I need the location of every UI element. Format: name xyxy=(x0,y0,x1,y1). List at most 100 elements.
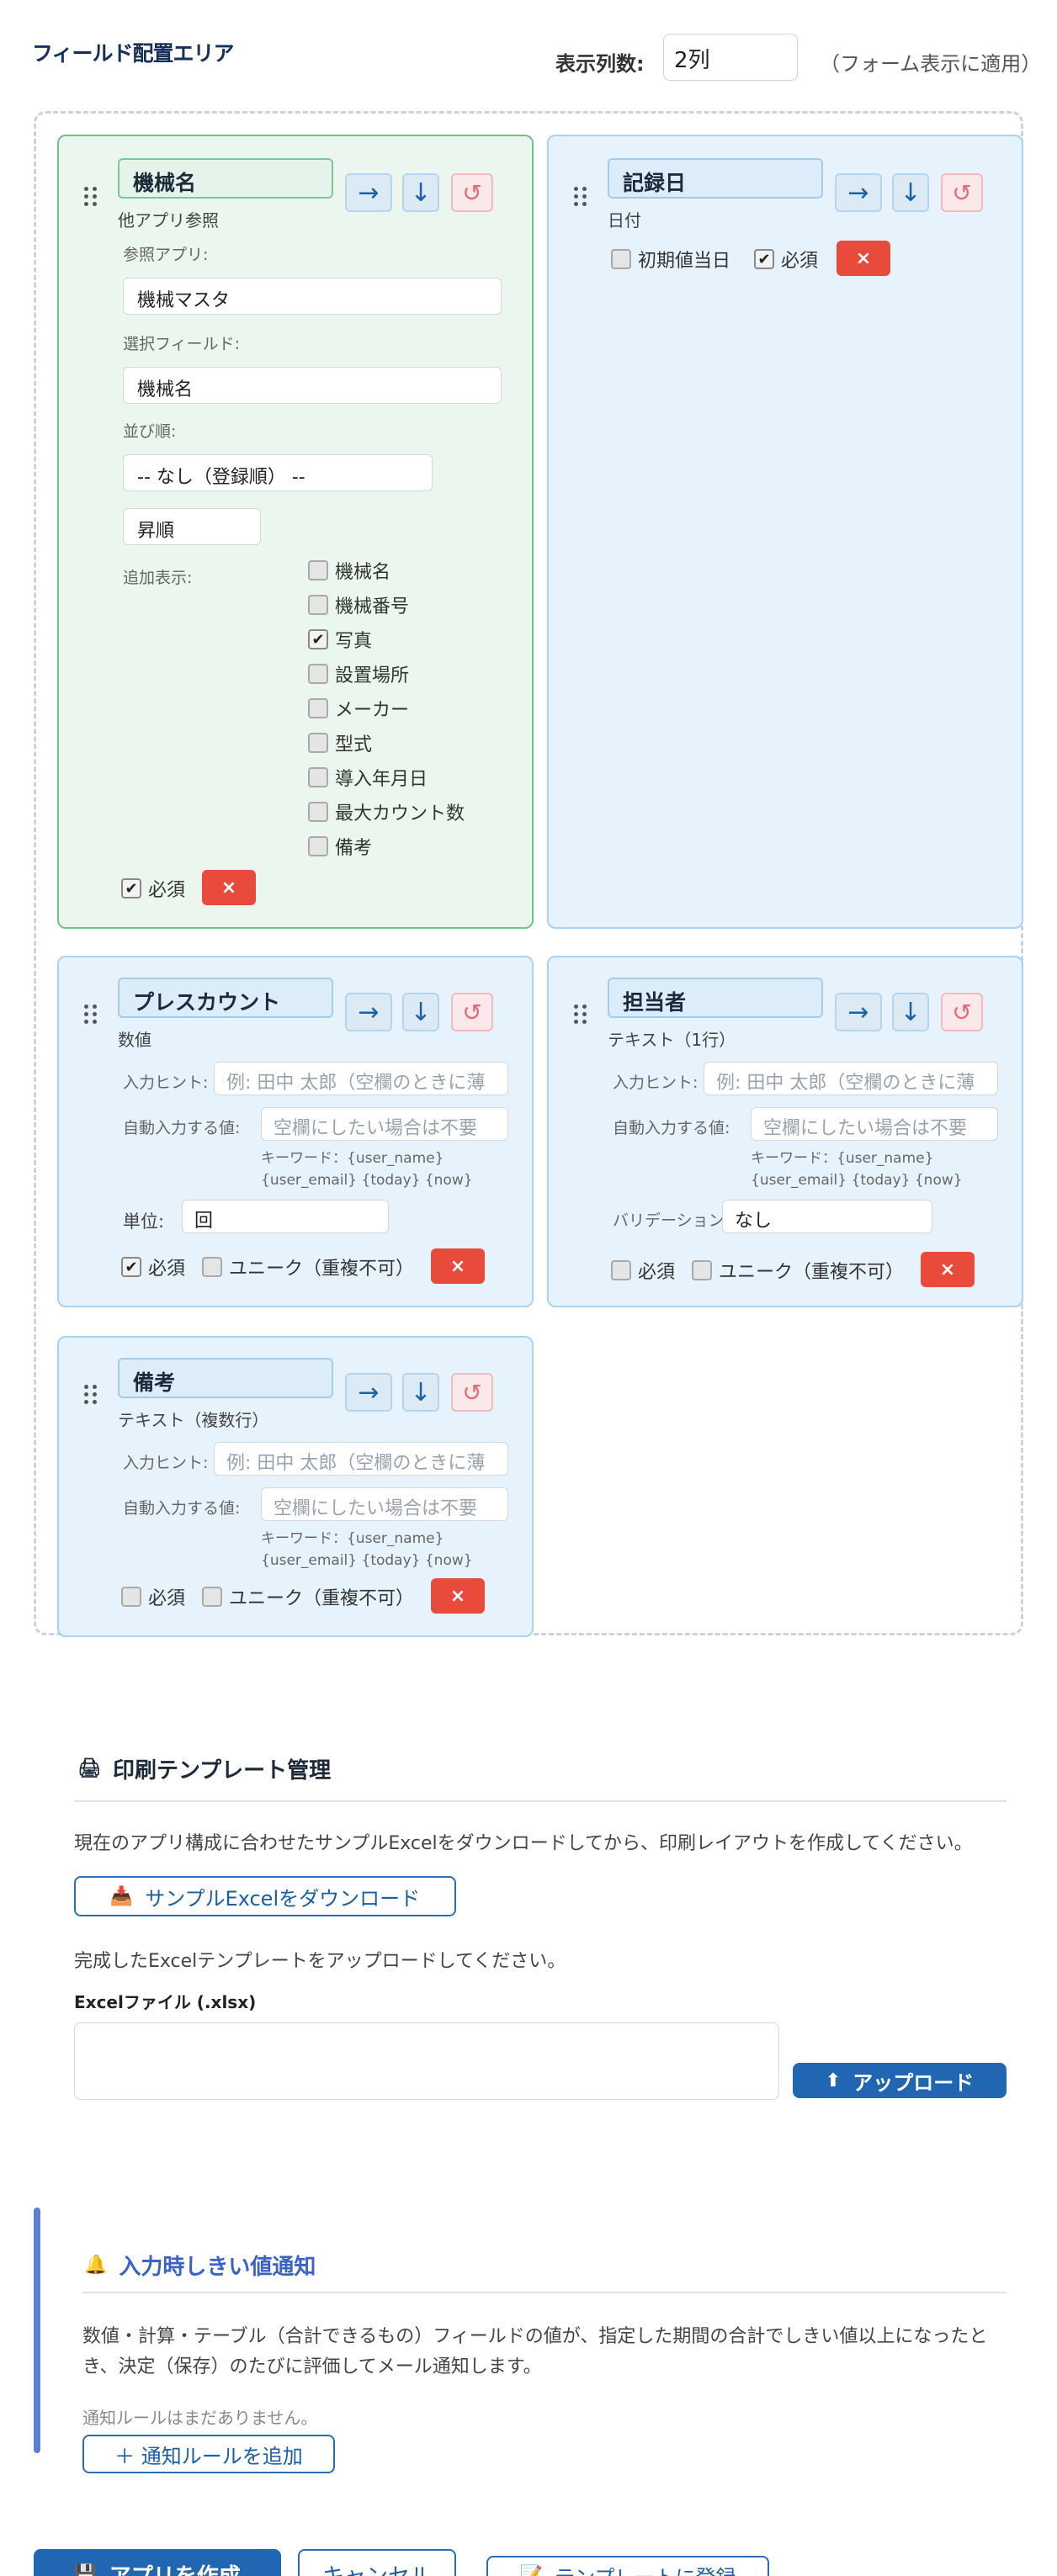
select-field-label: 選択フィールド: xyxy=(123,335,241,353)
extra-option-checkbox[interactable]: 機械名 xyxy=(308,557,390,584)
order-select[interactable]: 昇順 xyxy=(123,508,261,545)
threshold-notify-title-text: 入力時しきい値通知 xyxy=(119,2255,316,2280)
delete-field-button[interactable]: × xyxy=(431,1248,485,1284)
field-name-input[interactable]: プレスカウント xyxy=(118,978,333,1018)
reset-button[interactable]: ↺ xyxy=(451,993,493,1031)
notify-accent-bar xyxy=(34,2208,40,2453)
checkbox-checked-icon: ✔ xyxy=(121,1257,141,1277)
extra-option-label: 写真 xyxy=(335,631,373,652)
move-down-button[interactable]: ↓ xyxy=(892,993,929,1031)
move-down-button[interactable]: ↓ xyxy=(402,173,439,212)
move-down-button[interactable]: ↓ xyxy=(402,993,439,1031)
required-checkbox[interactable]: 必須 xyxy=(121,1583,185,1610)
move-down-button[interactable]: ↓ xyxy=(892,173,929,212)
reset-button[interactable]: ↺ xyxy=(451,1373,493,1412)
ref-app-select[interactable]: 機械マスタ xyxy=(123,278,502,315)
auto-value-label: 自動入力する値: xyxy=(123,1119,241,1137)
required-label: 必須 xyxy=(148,1588,186,1609)
upload-button[interactable]: ⬆ アップロード xyxy=(793,2063,1007,2098)
unique-checkbox[interactable]: ユニーク（重複不可） xyxy=(692,1257,904,1284)
extra-option-checkbox[interactable]: メーカー xyxy=(308,695,409,722)
move-right-button[interactable]: → xyxy=(835,993,882,1031)
download-sample-label: サンプルExcelをダウンロード xyxy=(145,1886,421,1911)
threshold-notify-title: 🔔 入力時しきい値通知 xyxy=(84,2250,316,2281)
notify-description: 数値・計算・テーブル（合計できるもの）フィールドの値が、指定した期間の合計でしき… xyxy=(82,2326,988,2377)
validation-select[interactable]: なし xyxy=(722,1200,932,1233)
input-hint-field[interactable]: 例: 田中 太郎（空欄のときに薄 xyxy=(214,1062,508,1095)
field-name-input[interactable]: 担当者 xyxy=(608,978,823,1018)
drag-handle-icon[interactable] xyxy=(574,1004,587,1025)
reset-button[interactable]: ↺ xyxy=(941,173,983,212)
checkbox-unchecked-icon xyxy=(611,1260,631,1280)
checkbox-checked-icon: ✔ xyxy=(754,249,774,269)
field-name-input[interactable]: 備考 xyxy=(118,1358,333,1398)
required-checkbox[interactable]: ✔ 必須 xyxy=(121,875,185,902)
field-name-input[interactable]: 記録日 xyxy=(608,158,823,199)
auto-value-field[interactable]: 空欄にしたい場合は不要 xyxy=(261,1487,508,1521)
extra-option-checkbox[interactable]: 設置場所 xyxy=(308,660,409,687)
sort-select[interactable]: -- なし（登録順） -- xyxy=(123,454,433,491)
drag-handle-icon[interactable] xyxy=(84,187,98,207)
required-label: 必須 xyxy=(148,1259,186,1280)
checkbox-unchecked-icon xyxy=(308,836,328,856)
delete-field-button[interactable]: × xyxy=(837,241,890,276)
unique-checkbox[interactable]: ユニーク（重複不可） xyxy=(202,1254,414,1280)
cancel-button[interactable]: キャンセル xyxy=(298,2549,456,2576)
upload-label: アップロード xyxy=(853,2070,975,2095)
field-type-label: 数値 xyxy=(118,1030,151,1050)
unique-label: ユニーク（重複不可） xyxy=(719,1262,905,1283)
checkbox-unchecked-icon xyxy=(308,802,328,822)
reset-button[interactable]: ↺ xyxy=(451,173,493,212)
field-name-input[interactable]: 機械名 xyxy=(118,158,333,199)
move-right-button[interactable]: → xyxy=(345,993,392,1031)
upload-icon: ⬆ xyxy=(825,2070,842,2091)
required-checkbox[interactable]: ✔ 必須 xyxy=(754,246,818,273)
extra-option-checkbox[interactable]: 型式 xyxy=(308,729,372,756)
auto-value-field[interactable]: 空欄にしたい場合は不要 xyxy=(261,1107,508,1141)
keywords-hint: キーワード：{user_name} {user_email} {today} {n… xyxy=(261,1150,473,1189)
extra-option-checkbox[interactable]: 機械番号 xyxy=(308,591,409,618)
extra-option-checkbox[interactable]: 導入年月日 xyxy=(308,764,428,791)
move-right-button[interactable]: → xyxy=(345,173,392,212)
checkbox-unchecked-icon xyxy=(692,1260,712,1280)
extra-option-checkbox[interactable]: 最大カウント数 xyxy=(308,798,465,825)
unique-checkbox[interactable]: ユニーク（重複不可） xyxy=(202,1583,414,1610)
field-type-label: 日付 xyxy=(608,210,641,231)
select-field-select[interactable]: 機械名 xyxy=(123,367,502,404)
move-right-button[interactable]: → xyxy=(345,1373,392,1412)
move-right-button[interactable]: → xyxy=(835,173,882,212)
delete-field-button[interactable]: × xyxy=(202,870,256,905)
field-area-title: フィールド配置エリア xyxy=(32,41,235,66)
unit-field[interactable]: 回 xyxy=(182,1200,389,1233)
printer-icon: 🖨 xyxy=(77,1758,101,1779)
default-today-checkbox[interactable]: 初期値当日 xyxy=(611,246,730,273)
extra-option-checkbox[interactable]: 備考 xyxy=(308,833,372,860)
download-sample-button[interactable]: 📥 サンプルExcelをダウンロード xyxy=(74,1876,456,1916)
delete-field-button[interactable]: × xyxy=(921,1252,975,1287)
input-hint-field[interactable]: 例: 田中 太郎（空欄のときに薄 xyxy=(704,1062,998,1095)
input-hint-label: 入力ヒント: xyxy=(123,1073,209,1092)
extra-display-label: 追加表示: xyxy=(123,569,193,587)
required-checkbox[interactable]: ✔ 必須 xyxy=(121,1254,185,1280)
required-label: 必須 xyxy=(781,251,819,272)
drag-handle-icon[interactable] xyxy=(84,1385,98,1405)
required-checkbox[interactable]: 必須 xyxy=(611,1257,675,1284)
drag-handle-icon[interactable] xyxy=(574,187,587,207)
reset-button[interactable]: ↺ xyxy=(941,993,983,1031)
excel-file-input[interactable] xyxy=(74,2022,779,2100)
columns-select[interactable]: 2列 xyxy=(663,34,798,81)
input-hint-field[interactable]: 例: 田中 太郎（空欄のときに薄 xyxy=(214,1442,508,1476)
create-app-button[interactable]: 💾 アプリを作成 xyxy=(34,2549,281,2576)
excel-file-label: Excelファイル (.xlsx) xyxy=(74,1992,257,2012)
auto-value-field[interactable]: 空欄にしたい場合は不要 xyxy=(751,1107,998,1141)
add-notify-rule-button[interactable]: ＋ 通知ルールを追加 xyxy=(82,2435,335,2473)
drag-handle-icon[interactable] xyxy=(84,1004,98,1025)
divider xyxy=(74,1800,1007,1802)
extra-option-label: メーカー xyxy=(335,700,410,721)
extra-option-checkbox[interactable]: ✔ 写真 xyxy=(308,626,372,653)
bell-icon: 🔔 xyxy=(84,2255,108,2276)
columns-note: （フォーム表示に適用） xyxy=(820,52,1042,76)
delete-field-button[interactable]: × xyxy=(431,1578,485,1614)
move-down-button[interactable]: ↓ xyxy=(402,1373,439,1412)
register-template-button[interactable]: 📝 テンプレートに登録 xyxy=(486,2556,769,2576)
